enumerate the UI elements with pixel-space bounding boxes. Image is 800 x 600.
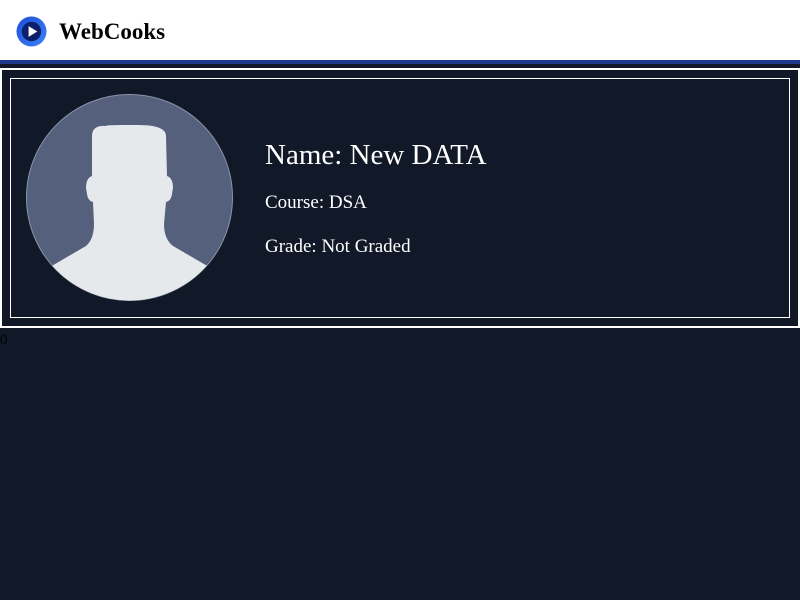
record-counter: 0 [0, 332, 8, 348]
play-circle-icon[interactable] [16, 16, 47, 47]
brand-name[interactable]: WebCooks [59, 18, 165, 46]
student-name: Name: New DATA [265, 139, 487, 171]
student-grade: Grade: Not Graded [265, 236, 411, 257]
top-navbar: WebCooks [0, 0, 800, 64]
user-avatar-placeholder-icon [26, 94, 233, 301]
student-course: Course: DSA [265, 192, 367, 213]
